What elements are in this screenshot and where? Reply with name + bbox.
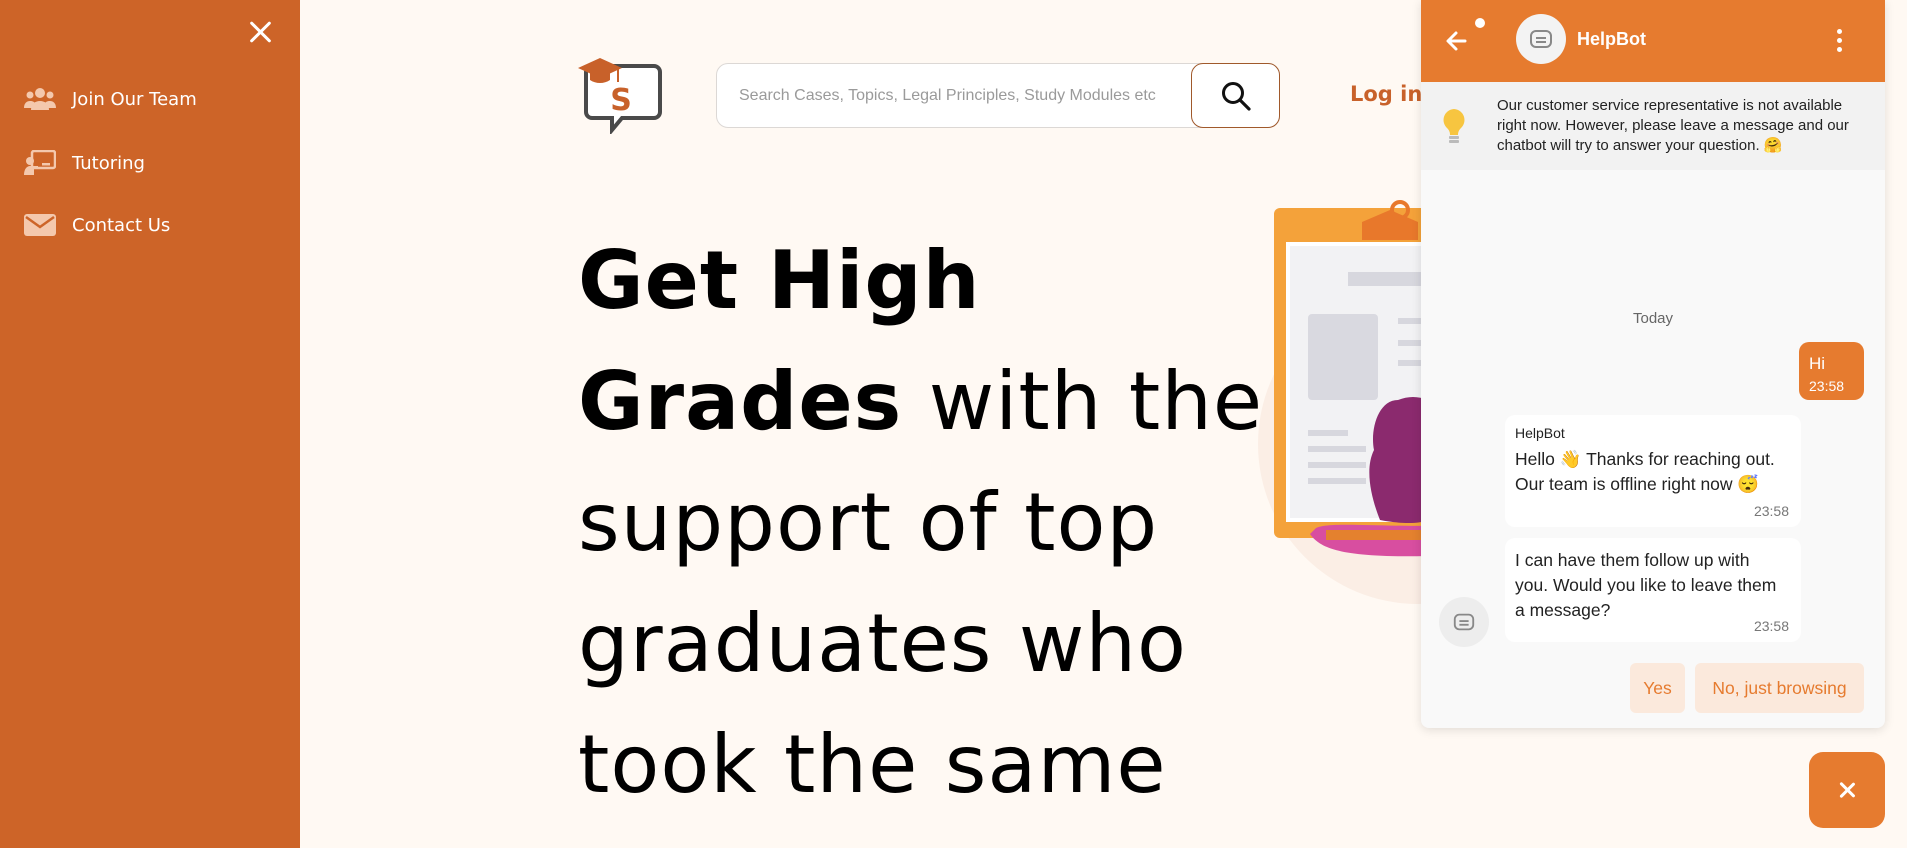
offline-notice-text: Our customer service representative is n… — [1497, 97, 1849, 154]
hero-heading: Get High Grades with the support of top … — [578, 220, 1278, 825]
arrow-left-icon[interactable] — [1441, 24, 1475, 58]
offline-notice: Our customer service representative is n… — [1421, 82, 1885, 170]
bot-avatar-small — [1439, 597, 1489, 647]
bot-message: I can have them follow up with you. Woul… — [1505, 538, 1801, 642]
user-message-time: 23:58 — [1809, 378, 1845, 394]
sidebar-item-label: Tutoring — [72, 152, 145, 174]
search-input[interactable] — [739, 82, 1189, 110]
robot-icon — [1453, 613, 1475, 631]
search-icon — [1221, 81, 1251, 111]
sidebar-item-tutoring[interactable]: Tutoring — [24, 150, 145, 176]
sidebar-item-contact-us[interactable]: Contact Us — [24, 212, 170, 238]
chat-widget: HelpBot Our customer service representat… — [1421, 0, 1885, 728]
search-bar — [716, 63, 1280, 128]
sidebar-close-icon[interactable] — [242, 14, 278, 50]
hero-illustration — [1258, 200, 1428, 604]
envelope-icon — [24, 214, 56, 236]
hero-heading-bold: Get High Grades — [578, 234, 981, 448]
chat-bot-name: HelpBot — [1577, 29, 1646, 49]
chat-messages[interactable]: Today Hi 23:58 HelpBot Hello 👋 Thanks fo… — [1421, 170, 1885, 728]
logo-letter: S — [610, 83, 632, 118]
lightbulb-icon — [1443, 109, 1465, 143]
quick-reply-yes-button[interactable]: Yes — [1630, 663, 1685, 713]
sidebar-item-join-our-team[interactable]: Join Our Team — [24, 86, 197, 112]
sidebar: Join Our Team Tutoring Contact Us — [0, 0, 300, 848]
search-button[interactable] — [1191, 63, 1280, 128]
chalkboard-teacher-icon — [24, 150, 56, 175]
login-link[interactable]: Log in — [1350, 82, 1422, 106]
sidebar-item-label: Join Our Team — [72, 88, 197, 110]
bot-message-text: I can have them follow up with you. Woul… — [1515, 550, 1777, 620]
day-separator: Today — [1632, 310, 1674, 327]
sidebar-item-label: Contact Us — [72, 214, 171, 236]
bot-avatar — [1516, 14, 1566, 64]
bot-message-sender: HelpBot — [1515, 425, 1565, 441]
site-logo[interactable]: S — [578, 56, 662, 134]
users-icon — [24, 88, 56, 110]
robot-icon — [1530, 30, 1552, 48]
more-vertical-icon[interactable] — [1831, 24, 1847, 56]
quick-reply-no-button[interactable]: No, just browsing — [1695, 663, 1864, 713]
bot-message-time: 23:58 — [1753, 618, 1789, 634]
bot-message-text: Hello 👋 Thanks for reaching out. Our tea… — [1515, 449, 1775, 494]
bot-message: HelpBot Hello 👋 Thanks for reaching out.… — [1505, 415, 1801, 527]
chat-header: HelpBot — [1421, 0, 1885, 82]
chat-close-button[interactable] — [1809, 752, 1885, 828]
user-message: Hi 23:58 — [1799, 342, 1864, 400]
bot-message-time: 23:58 — [1753, 503, 1789, 519]
user-message-text: Hi — [1809, 354, 1826, 373]
notification-dot — [1475, 18, 1485, 28]
